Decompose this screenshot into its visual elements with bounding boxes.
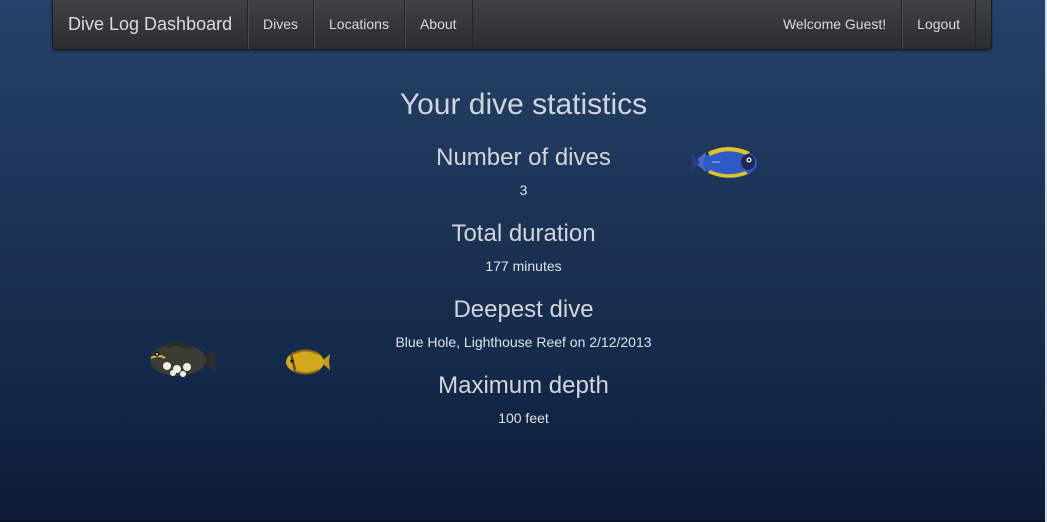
deepest-dive-heading: Deepest dive — [453, 296, 594, 323]
nav-locations[interactable]: Locations — [313, 0, 404, 49]
butterflyfish-icon — [286, 349, 330, 375]
page-title: Your dive statistics — [399, 88, 648, 121]
nav-user: Welcome Guest! Logout — [768, 0, 976, 49]
total-duration-heading: Total duration — [451, 220, 596, 247]
total-duration-value: 177 minutes — [485, 258, 562, 274]
nav-links: Dives Locations About — [247, 0, 473, 49]
welcome-text: Welcome Guest! — [782, 16, 887, 32]
number-of-dives-value: 3 — [519, 182, 528, 198]
blue-tang-fish-icon — [690, 147, 757, 178]
brand-link[interactable]: Dive Log Dashboard — [68, 0, 232, 49]
triggerfish-icon — [150, 341, 217, 377]
nav-about[interactable]: About — [403, 0, 473, 49]
maximum-depth-value: 100 feet — [498, 410, 549, 426]
nav-dives[interactable]: Dives — [247, 0, 313, 49]
top-navbar: Dive Log Dashboard Dives Locations About… — [52, 0, 992, 50]
number-of-dives-heading: Number of dives — [436, 144, 611, 171]
logout-link[interactable]: Logout — [901, 0, 976, 49]
